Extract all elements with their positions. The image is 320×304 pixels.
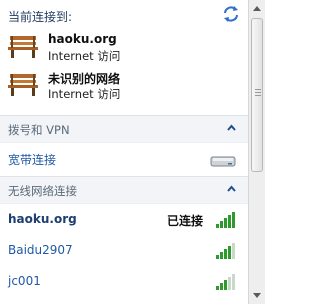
vertical-scrollbar[interactable] [248, 0, 265, 304]
scroll-up-icon[interactable] [251, 2, 263, 16]
current-connection-item: 未识别的网络 Internet 访问 [8, 68, 244, 102]
chevron-up-icon[interactable] [227, 124, 236, 131]
scrollbar-thumb[interactable] [251, 18, 263, 172]
wireless-network-item[interactable]: Baidu2907 [0, 238, 248, 264]
connection-status: Internet 访问 [48, 49, 121, 63]
refresh-arrows-icon[interactable] [222, 5, 240, 23]
broadband-connection-item[interactable]: 宽带连接 [0, 146, 248, 172]
header: 当前连接到: [8, 5, 244, 27]
connection-status: Internet 访问 [48, 87, 121, 101]
wireless-network-item[interactable]: jc001 [0, 269, 248, 295]
dialup-vpn-section-header[interactable]: 拨号和 VPN [0, 115, 248, 143]
broadband-drive-icon [210, 156, 236, 167]
connection-name: 未识别的网络 [48, 72, 121, 86]
connection-name: haoku.org [48, 32, 117, 46]
network-bench-icon [8, 74, 38, 96]
section-label: 拨号和 VPN [8, 123, 70, 137]
section-label: 无线网络连接 [8, 184, 77, 198]
wireless-network-item[interactable]: haoku.org 已连接 [0, 207, 248, 233]
wireless-network-name: haoku.org [8, 212, 77, 226]
connected-status: 已连接 [167, 214, 204, 228]
broadband-name: 宽带连接 [8, 153, 57, 167]
scroll-down-icon[interactable] [251, 288, 263, 302]
current-connection-item: haoku.org Internet 访问 [8, 30, 244, 64]
wireless-network-name: jc001 [8, 274, 41, 288]
network-flyout: 当前连接到: haoku.org Internet 访问 未识别的网络 Inte… [0, 0, 248, 304]
network-bench-icon [8, 36, 38, 58]
grip-icon [255, 89, 261, 98]
current-connection-title: 当前连接到: [8, 10, 73, 24]
signal-strength-icon [216, 212, 235, 228]
signal-strength-icon [216, 274, 235, 290]
chevron-up-icon[interactable] [227, 185, 236, 192]
wireless-section-header[interactable]: 无线网络连接 [0, 176, 248, 204]
signal-strength-icon [216, 243, 235, 259]
wireless-network-name: Baidu2907 [8, 243, 73, 257]
